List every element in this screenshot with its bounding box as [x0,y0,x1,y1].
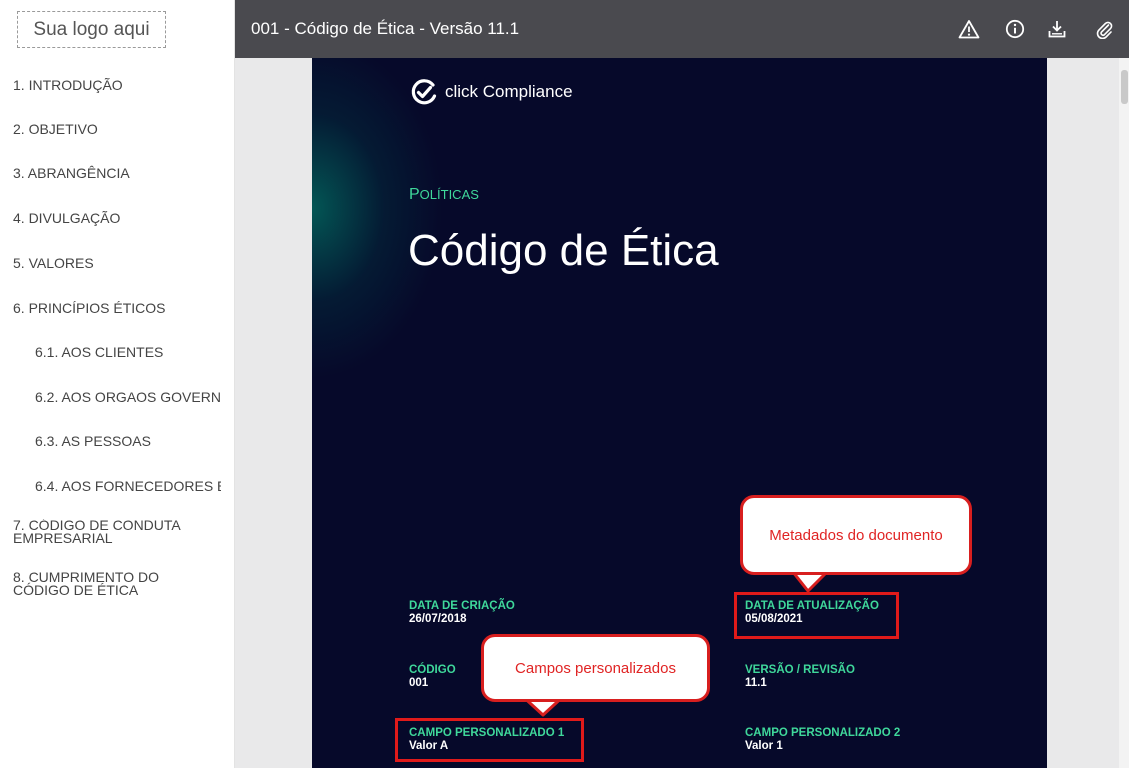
logo-text: Sua logo aqui [33,18,150,40]
metadata-callout: Metadados do documento [740,495,972,575]
info-icon[interactable] [1002,16,1028,42]
toc-item-as-pessoas[interactable]: 6.3. AS PESSOAS [35,433,221,449]
brand-logo: click Compliance [409,77,573,107]
toc-item-valores[interactable]: 5. VALORES [13,255,223,271]
toc-item-objetivo[interactable]: 2. OBJETIVO [13,121,223,137]
toc-item-principios-eticos[interactable]: 6. PRINCÍPIOS ÉTICOS [13,300,223,316]
category-rest: OLÍTICAS [419,187,479,202]
warning-icon[interactable] [956,16,982,42]
meta-version: VERSÃO / REVISÃO 11.1 [745,664,855,690]
custom-fields-callout-text: Campos personalizados [515,659,676,677]
toc-item-aos-clientes[interactable]: 6.1. AOS CLIENTES [35,344,221,360]
check-circle-logo-icon [411,79,437,105]
scrollbar-thumb[interactable] [1121,70,1128,104]
meta-custom2-value: Valor 1 [745,740,783,752]
custom-field-highlight-box [395,718,584,762]
meta-code-value: 001 [409,677,429,689]
brand-name: click Compliance [445,82,573,101]
download-icon[interactable] [1044,16,1070,42]
custom-fields-callout: Campos personalizados [481,634,710,702]
logo-placeholder: Sua logo aqui [17,11,166,48]
meta-code-label: CÓDIGO [409,664,456,676]
toc-item-codigo-conduta[interactable]: 7. CÓDIGO DE CONDUTA EMPRESARIAL [13,519,213,545]
meta-version-label: VERSÃO / REVISÃO [745,664,855,676]
scrollbar-track[interactable] [1119,58,1129,768]
document-category: POLÍTICAS [409,186,479,204]
toc-item-introducao[interactable]: 1. INTRODUÇÃO [13,77,223,93]
meta-created-value: 26/07/2018 [409,613,467,625]
meta-custom-field-2: CAMPO PERSONALIZADO 2 Valor 1 [745,727,900,753]
toc-item-abrangencia[interactable]: 3. ABRANGÊNCIA [13,165,223,181]
meta-code: CÓDIGO 001 [409,664,456,690]
category-first-letter: P [409,186,420,203]
document-header-bar: 001 - Código de Ética - Versão 11.1 [235,0,1129,58]
toc-item-aos-orgaos[interactable]: 6.2. AOS ORGAOS GOVERNAMENTAIS [35,389,221,405]
meta-created: DATA DE CRIAÇÃO 26/07/2018 [409,600,515,626]
meta-version-value: 11.1 [745,677,767,689]
toc-item-aos-fornecedores[interactable]: 6.4. AOS FORNECEDORES E PARCEIROS [35,478,221,494]
document-title: 001 - Código de Ética - Versão 11.1 [251,19,520,38]
meta-created-label: DATA DE CRIAÇÃO [409,600,515,612]
metadata-callout-text: Metadados do documento [769,526,943,544]
toc-item-divulgacao[interactable]: 4. DIVULGAÇÃO [13,210,223,226]
document-page-title: Código de Ética [408,226,719,275]
meta-custom2-label: CAMPO PERSONALIZADO 2 [745,727,901,739]
metadata-highlight-box [734,592,899,639]
sidebar: Sua logo aqui 1. INTRODUÇÃO 2. OBJETIVO … [0,0,235,768]
attachment-icon[interactable] [1091,16,1117,42]
toc-item-cumprimento[interactable]: 8. CUMPRIMENTO DO CÓDIGO DE ÉTICA [13,571,213,597]
